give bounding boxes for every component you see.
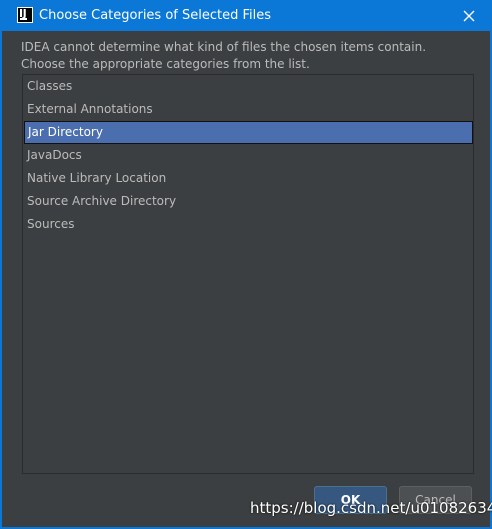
- message-line-2: Choose the appropriate categories from t…: [21, 57, 310, 71]
- cancel-button[interactable]: Cancel: [399, 486, 472, 514]
- close-button[interactable]: [452, 0, 486, 31]
- list-item-javadocs[interactable]: JavaDocs: [24, 144, 473, 167]
- dialog-message: IDEA cannot determine what kind of files…: [21, 39, 426, 73]
- list-item-classes[interactable]: Classes: [24, 75, 473, 98]
- categories-list[interactable]: Classes External Annotations Jar Directo…: [22, 74, 474, 474]
- list-item-jar-directory[interactable]: Jar Directory: [24, 121, 473, 144]
- list-item-sources[interactable]: Sources: [24, 213, 473, 236]
- close-icon: [463, 10, 475, 21]
- message-line-1: IDEA cannot determine what kind of files…: [21, 40, 427, 54]
- list-item-external-annotations[interactable]: External Annotations: [24, 98, 473, 121]
- dialog-title: Choose Categories of Selected Files: [39, 8, 272, 23]
- list-item-source-archive-directory[interactable]: Source Archive Directory: [24, 190, 473, 213]
- list-item-native-library-location[interactable]: Native Library Location: [24, 167, 473, 190]
- ok-button[interactable]: OK: [314, 486, 387, 514]
- intellij-app-icon: IJ: [17, 7, 33, 23]
- dialog-window: IJ Choose Categories of Selected Files I…: [0, 0, 492, 529]
- title-bar[interactable]: IJ Choose Categories of Selected Files: [2, 0, 490, 31]
